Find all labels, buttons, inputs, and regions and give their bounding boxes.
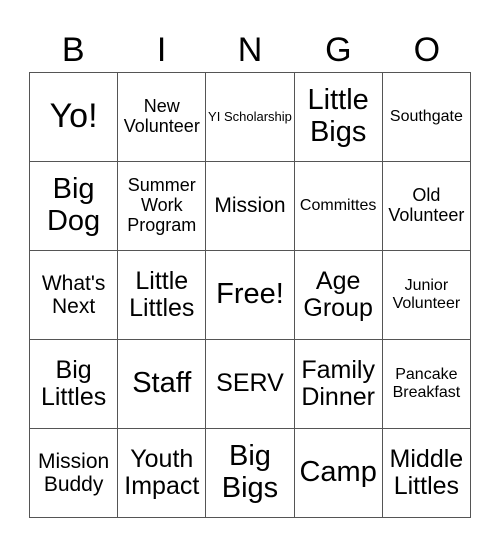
bingo-cell[interactable]: Big Littles xyxy=(28,339,119,429)
board-row: Mission Buddy Youth Impact Big Bigs Camp… xyxy=(28,428,472,518)
bingo-cell[interactable]: Big Bigs xyxy=(205,428,295,518)
bingo-cell[interactable]: Southgate xyxy=(381,72,472,162)
bingo-cell[interactable]: Little Bigs xyxy=(293,72,383,162)
board-row: What's Next Little Littles Free! Age Gro… xyxy=(28,250,472,340)
bingo-cell[interactable]: Big Dog xyxy=(28,161,119,251)
bingo-cell[interactable]: New Volunteer xyxy=(117,72,207,162)
bingo-cell[interactable]: Committes xyxy=(293,161,383,251)
bingo-cell[interactable]: Little Littles xyxy=(117,250,207,340)
bingo-cell[interactable]: Junior Volunteer xyxy=(381,250,472,340)
header-letter-b: B xyxy=(61,31,85,69)
free-space-cell[interactable]: Free! xyxy=(205,250,295,340)
bingo-cell[interactable]: Yo! xyxy=(28,72,119,162)
bingo-cell[interactable]: Camp xyxy=(293,428,383,518)
bingo-cell[interactable]: Age Group xyxy=(293,250,383,340)
bingo-cell[interactable]: YI Scholarship xyxy=(205,72,295,162)
bingo-cell[interactable]: Staff xyxy=(117,339,207,429)
bingo-cell[interactable]: Mission Buddy xyxy=(28,428,119,518)
bingo-cell[interactable]: Summer Work Program xyxy=(117,161,207,251)
bingo-cell[interactable]: Mission xyxy=(205,161,295,251)
bingo-cell[interactable]: Middle Littles xyxy=(381,428,472,518)
header-letter-n: N xyxy=(237,31,263,69)
header-letter-g: G xyxy=(325,31,352,69)
bingo-cell[interactable]: Pancake Breakfast xyxy=(381,339,472,429)
bingo-cell[interactable]: SERV xyxy=(205,339,295,429)
board-row: Yo! New Volunteer YI Scholarship Little … xyxy=(28,72,472,162)
bingo-cell[interactable]: What's Next xyxy=(28,250,119,340)
bingo-cell[interactable]: Youth Impact xyxy=(117,428,207,518)
header-letter-o: O xyxy=(413,31,441,69)
bingo-header: B I N G O xyxy=(29,28,471,72)
header-letter-i: I xyxy=(156,31,167,69)
bingo-board: Yo! New Volunteer YI Scholarship Little … xyxy=(28,72,472,518)
bingo-cell[interactable]: Family Dinner xyxy=(293,339,383,429)
board-row: Big Dog Summer Work Program Mission Comm… xyxy=(28,161,472,251)
board-row: Big Littles Staff SERV Family Dinner Pan… xyxy=(28,339,472,429)
bingo-cell[interactable]: Old Volunteer xyxy=(381,161,472,251)
